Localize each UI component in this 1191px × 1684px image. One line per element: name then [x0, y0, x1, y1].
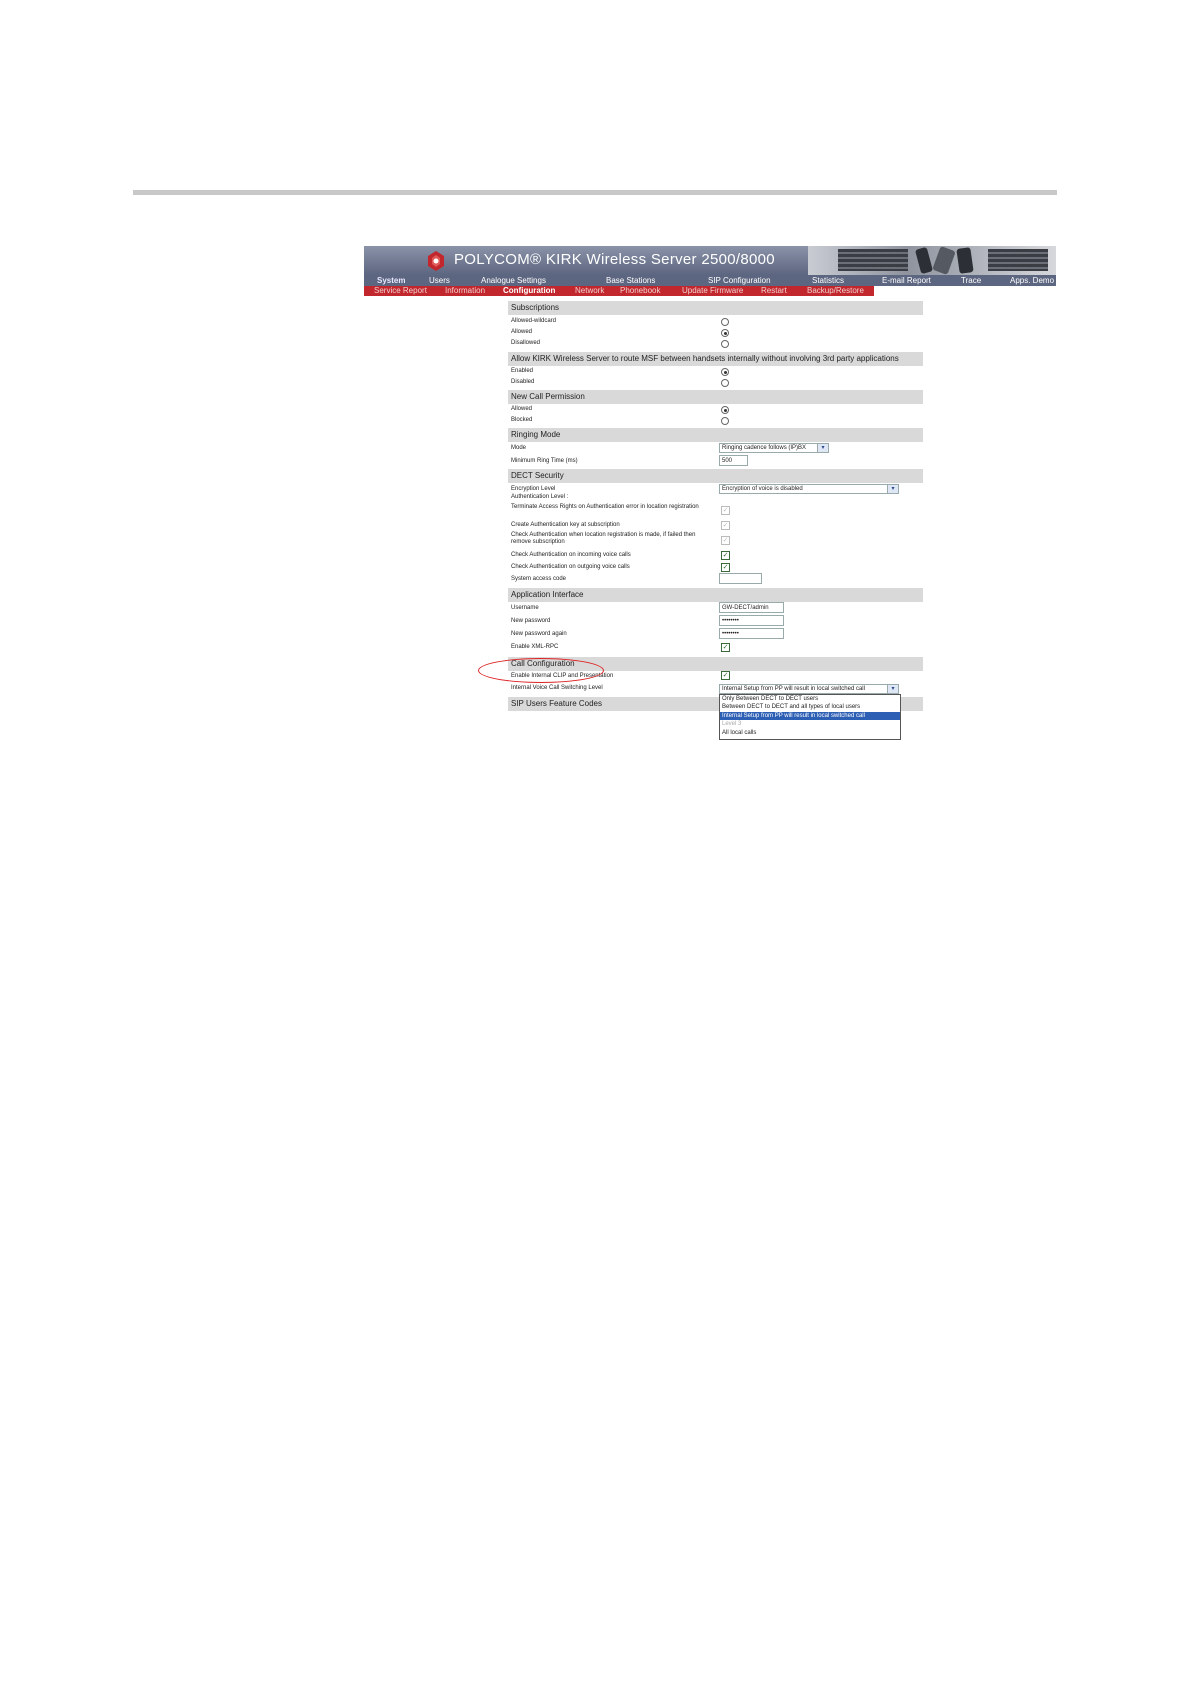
option-label: Disallowed: [511, 340, 541, 346]
chevron-down-icon: ▾: [887, 685, 898, 693]
switching-level-select[interactable]: Internal Setup from PP will result in lo…: [719, 684, 899, 694]
field-label: Check Authentication on outgoing voice c…: [511, 564, 630, 570]
field-label: Create Authentication key at subscriptio…: [511, 522, 620, 528]
checkbox-internal-clip[interactable]: ✓: [721, 671, 730, 680]
encryption-level-select[interactable]: Encryption of voice is disabled ▾: [719, 484, 899, 494]
field-label: Minimum Ring Time (ms): [511, 458, 578, 464]
polycom-logo-icon: [428, 251, 444, 271]
dropdown-option[interactable]: Between DECT to DECT and all types of lo…: [720, 703, 900, 711]
highlight-circle-annotation: [478, 658, 604, 683]
option-label: Blocked: [511, 417, 533, 423]
field-label: Terminate Access Rights on Authenticatio…: [511, 504, 699, 510]
option-label: Enabled: [511, 368, 534, 374]
new-password-again-input[interactable]: ••••••••: [719, 628, 784, 639]
field-label: Authentication Level :: [511, 494, 569, 500]
dropdown-option[interactable]: Only Between DECT to DECT users: [720, 695, 900, 703]
new-password-input[interactable]: ••••••••: [719, 615, 784, 626]
switching-level-dropdown: Only Between DECT to DECT users Between …: [719, 694, 901, 740]
option-label: Allowed-wildcard: [511, 318, 557, 324]
section-header-new-call-permission: New Call Permission: [508, 390, 923, 404]
radio-msf-enabled[interactable]: [721, 368, 729, 376]
checkbox-auth-incoming[interactable]: ✓: [721, 551, 730, 560]
chevron-down-icon: ▾: [887, 485, 898, 493]
field-label: New password again: [511, 631, 567, 637]
field-label: Check Authentication when location regis…: [511, 532, 696, 545]
page-divider-rule: [133, 190, 1057, 195]
chevron-down-icon: ▾: [817, 444, 828, 452]
field-label: System access code: [511, 576, 567, 582]
checkbox-create-auth-key[interactable]: ✓: [721, 521, 730, 530]
section-header-subscriptions: Subscriptions: [508, 301, 923, 315]
primary-menu: System Users Analogue Settings Base Stat…: [364, 275, 1056, 286]
submenu-item-restart[interactable]: Restart: [761, 286, 787, 296]
menu-item-email-report[interactable]: E-mail Report: [882, 275, 931, 286]
checkbox-terminate-access[interactable]: ✓: [721, 506, 730, 515]
field-label: Username: [511, 605, 539, 611]
menu-item-base-stations[interactable]: Base Stations: [606, 275, 655, 286]
radio-disallowed[interactable]: [721, 340, 729, 348]
submenu-item-configuration[interactable]: Configuration: [503, 286, 555, 296]
dropdown-option[interactable]: All local calls: [720, 729, 900, 737]
option-label: Allowed: [511, 329, 533, 335]
configuration-form: Subscriptions Allowed-wildcard Allowed D…: [508, 296, 923, 763]
section-header-dect-security: DECT Security: [508, 469, 923, 483]
submenu-item-phonebook[interactable]: Phonebook: [620, 286, 660, 296]
radio-msf-disabled[interactable]: [721, 379, 729, 387]
hardware-image: [808, 246, 1056, 275]
submenu-item-update-firmware[interactable]: Update Firmware: [682, 286, 743, 296]
submenu-item-network[interactable]: Network: [575, 286, 604, 296]
menu-item-apps-demo[interactable]: Apps. Demo: [1010, 275, 1054, 286]
radio-new-call-allowed[interactable]: [721, 406, 729, 414]
radio-allowed[interactable]: [721, 329, 729, 337]
submenu-item-backup-restore[interactable]: Backup/Restore: [807, 286, 864, 296]
product-title: POLYCOM® KIRK Wireless Server 2500/8000: [454, 251, 775, 268]
field-label: Mode: [511, 445, 527, 451]
submenu-item-information[interactable]: Information: [445, 286, 485, 296]
checkbox-auth-outgoing[interactable]: ✓: [721, 563, 730, 572]
field-label: Encryption Level: [511, 486, 556, 492]
section-header-application-interface: Application Interface: [508, 588, 923, 602]
section-header-ringing-mode: Ringing Mode: [508, 428, 923, 442]
field-label: New password: [511, 618, 551, 624]
ringing-mode-select[interactable]: Ringing cadence follows (IP)BX ▾: [719, 443, 829, 453]
menu-item-statistics[interactable]: Statistics: [812, 275, 844, 286]
header-banner: POLYCOM® KIRK Wireless Server 2500/8000: [364, 246, 1056, 275]
field-label: Enable XML-RPC: [511, 644, 559, 650]
menu-item-users[interactable]: Users: [429, 275, 450, 286]
username-input[interactable]: GW-DECT/admin: [719, 602, 784, 613]
menu-item-trace[interactable]: Trace: [961, 275, 981, 286]
radio-allowed-wildcard[interactable]: [721, 318, 729, 326]
screenshot-frame: POLYCOM® KIRK Wireless Server 2500/8000 …: [364, 246, 1056, 763]
secondary-menu: Service Report Information Configuration…: [364, 286, 874, 296]
submenu-item-service-report[interactable]: Service Report: [374, 286, 427, 296]
menu-item-sip-configuration[interactable]: SIP Configuration: [708, 275, 771, 286]
menu-item-analogue-settings[interactable]: Analogue Settings: [481, 275, 546, 286]
field-label: Check Authentication on incoming voice c…: [511, 552, 631, 558]
option-label: Disabled: [511, 379, 535, 385]
checkbox-check-auth-location[interactable]: ✓: [721, 536, 730, 545]
menu-item-system[interactable]: System: [377, 275, 405, 286]
radio-new-call-blocked[interactable]: [721, 417, 729, 425]
dropdown-option-selected[interactable]: Internal Setup from PP will result in lo…: [720, 711, 900, 721]
option-label: Allowed: [511, 406, 533, 412]
field-label: Internal Voice Call Switching Level: [511, 685, 603, 691]
system-access-code-input[interactable]: [719, 573, 762, 584]
dropdown-option-disabled: Level 3: [722, 721, 742, 728]
section-header-msf: Allow KIRK Wireless Server to route MSF …: [508, 352, 923, 366]
checkbox-enable-xml-rpc[interactable]: ✓: [721, 643, 730, 652]
min-ring-time-input[interactable]: 500: [719, 455, 748, 466]
